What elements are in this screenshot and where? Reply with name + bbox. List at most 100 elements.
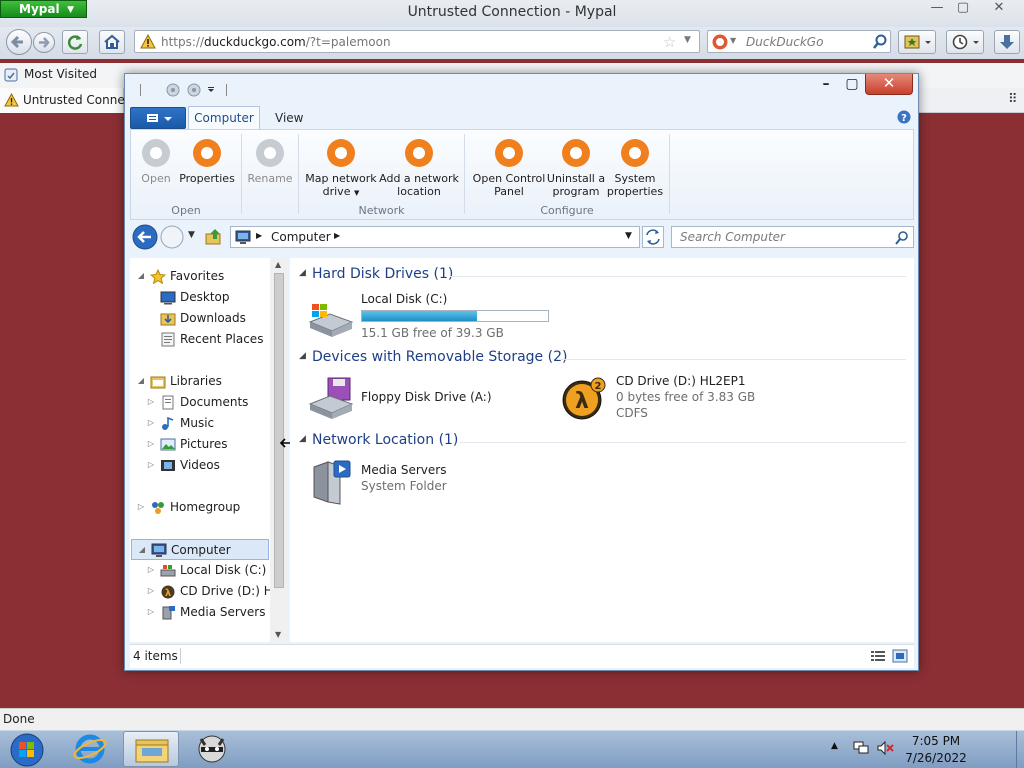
home-button[interactable]: [99, 30, 125, 54]
back-button[interactable]: [6, 29, 32, 55]
collapsed-icon[interactable]: ▷: [146, 413, 156, 433]
taskbar-file-explorer[interactable]: [123, 731, 179, 767]
uninstall-program-button[interactable]: Uninstall a program: [545, 134, 607, 198]
start-button[interactable]: [2, 732, 48, 768]
group-title-hard-disks[interactable]: Hard Disk Drives (1): [312, 266, 453, 282]
explorer-close-button[interactable]: ✕: [865, 74, 913, 95]
large-icons-view-icon[interactable]: [892, 649, 908, 663]
nav-pictures[interactable]: ▷ Pictures: [130, 434, 270, 455]
speaker-muted-icon[interactable]: [876, 740, 894, 756]
nav-videos[interactable]: ▷ Videos: [130, 455, 270, 476]
network-icon[interactable]: [852, 740, 870, 756]
back-button[interactable]: [132, 224, 160, 250]
help-icon[interactable]: ?: [897, 110, 911, 124]
scroll-down-icon[interactable]: ▼: [275, 630, 281, 639]
nav-documents[interactable]: ▷ Documents: [130, 392, 270, 413]
open-button[interactable]: Open: [137, 134, 175, 185]
group-collapse-icon[interactable]: ◢: [299, 268, 306, 278]
item-name: Floppy Disk Drive (A:): [361, 390, 492, 404]
group-label-open: Open: [171, 204, 201, 217]
breadcrumb-computer[interactable]: Computer: [271, 230, 331, 244]
recent-locations-dropdown[interactable]: ▼: [188, 230, 195, 240]
search-icon[interactable]: [894, 230, 910, 246]
tray-clock[interactable]: 7:05 PM 7/26/2022: [896, 733, 976, 767]
address-dropdown-icon[interactable]: ▼: [625, 231, 632, 241]
file-menu-button[interactable]: [130, 107, 186, 129]
url-bar[interactable]: https://duckduckgo.com/?t=palemoon ☆ ▼: [134, 30, 700, 53]
group-title-network[interactable]: Network Location (1): [312, 432, 458, 448]
explorer-minimize-button[interactable]: –: [813, 76, 839, 94]
search-icon[interactable]: [872, 34, 888, 50]
downloads-button[interactable]: [994, 30, 1020, 54]
nav-libraries[interactable]: ◢ Libraries: [130, 371, 270, 392]
search-bar[interactable]: ▼ DuckDuckGo: [707, 30, 891, 53]
tray-overflow-icon[interactable]: ▲: [831, 741, 838, 751]
collapsed-icon[interactable]: ▷: [146, 602, 156, 622]
tab-computer[interactable]: Computer: [188, 106, 260, 130]
group-title-removable[interactable]: Devices with Removable Storage (2): [312, 349, 567, 365]
refresh-button[interactable]: [642, 226, 664, 248]
engine-dropdown-icon[interactable]: ▼: [730, 36, 736, 45]
add-network-location-button[interactable]: Add a network location: [379, 134, 459, 198]
nav-pane-scrollbar[interactable]: ▲ ▼: [270, 258, 288, 642]
expanded-icon[interactable]: ◢: [136, 371, 146, 391]
collapsed-icon[interactable]: ▷: [146, 455, 156, 475]
explorer-search-box[interactable]: Search Computer: [671, 226, 914, 248]
nav-cd-drive[interactable]: ▷ λ CD Drive (D:) HL2EP1: [130, 581, 270, 602]
url-dropdown-icon[interactable]: ▼: [684, 35, 691, 45]
group-collapse-icon[interactable]: ◢: [299, 351, 306, 361]
taskbar-mypal[interactable]: [184, 731, 240, 767]
expanded-icon[interactable]: ◢: [136, 266, 146, 286]
forward-button[interactable]: [33, 32, 55, 53]
ribbon: Open Properties Rename Map network drive…: [130, 129, 914, 220]
show-desktop-button[interactable]: [1016, 731, 1024, 768]
properties-button[interactable]: Properties: [177, 134, 237, 185]
nav-homegroup[interactable]: ▷ Homegroup: [130, 497, 270, 518]
duckduckgo-icon: [712, 34, 728, 50]
address-row: ▼ ▶ Computer ▶ ▼ Search Computer: [130, 224, 914, 250]
up-folder-icon[interactable]: [205, 228, 223, 246]
forward-button[interactable]: [160, 225, 186, 249]
nav-favorites[interactable]: ◢ Favorites: [130, 266, 270, 287]
nav-computer[interactable]: ◢ Computer: [131, 539, 269, 560]
explorer-maximize-button[interactable]: ▢: [839, 76, 865, 94]
item-free-space: 15.1 GB free of 39.3 GB: [361, 326, 504, 340]
history-menu-button[interactable]: [946, 30, 984, 54]
address-bar[interactable]: ▶ Computer ▶ ▼: [230, 226, 640, 248]
scroll-up-icon[interactable]: ▲: [275, 260, 281, 269]
bookmarks-menu-button[interactable]: [898, 30, 936, 54]
system-properties-button[interactable]: System properties: [605, 134, 665, 198]
nav-music[interactable]: ▷ Music: [130, 413, 270, 434]
collapsed-icon[interactable]: ▷: [146, 434, 156, 454]
item-cd-drive[interactable]: λ2 CD Drive (D:) HL2EP1 0 bytes free of …: [560, 374, 800, 424]
nav-local-disk[interactable]: ▷ Local Disk (C:): [130, 560, 270, 581]
breadcrumb-chevron-icon[interactable]: ▶: [334, 231, 340, 240]
group-collapse-icon[interactable]: ◢: [299, 434, 306, 444]
item-local-disk[interactable]: Local Disk (C:) 15.1 GB free of 39.3 GB: [304, 292, 554, 342]
nav-downloads[interactable]: Downloads: [130, 308, 270, 329]
bookmark-star-icon[interactable]: ☆: [663, 33, 676, 51]
nav-scroll-thumb[interactable]: [274, 273, 284, 588]
tab-view[interactable]: View: [275, 111, 303, 125]
rename-button[interactable]: Rename: [245, 134, 295, 185]
collapsed-icon[interactable]: ▷: [146, 392, 156, 412]
minimize-button[interactable]: —: [926, 0, 948, 18]
item-floppy-drive[interactable]: Floppy Disk Drive (A:): [304, 374, 544, 422]
item-media-servers[interactable]: Media Servers System Folder: [304, 457, 544, 507]
taskbar-internet-explorer[interactable]: [62, 731, 118, 767]
collapsed-icon[interactable]: ▷: [136, 497, 146, 517]
nav-recent-places[interactable]: Recent Places: [130, 329, 270, 350]
collapsed-icon[interactable]: ▷: [146, 560, 156, 580]
expanded-icon[interactable]: ◢: [137, 540, 147, 560]
reload-button[interactable]: [62, 30, 88, 54]
details-view-icon[interactable]: [870, 649, 886, 663]
open-control-panel-button[interactable]: Open Control Panel: [469, 134, 549, 198]
nav-media-servers[interactable]: ▷ Media Servers: [130, 602, 270, 623]
nav-desktop[interactable]: Desktop: [130, 287, 270, 308]
tab-untrusted-connection[interactable]: Untrusted Connection: [0, 88, 154, 113]
map-network-drive-button[interactable]: Map network drive ▼: [303, 134, 379, 200]
maximize-button[interactable]: ▢: [952, 0, 974, 18]
close-button[interactable]: ✕: [988, 0, 1010, 18]
collapsed-icon[interactable]: ▷: [146, 581, 156, 601]
tab-list-icon[interactable]: ⠿: [1008, 92, 1018, 107]
